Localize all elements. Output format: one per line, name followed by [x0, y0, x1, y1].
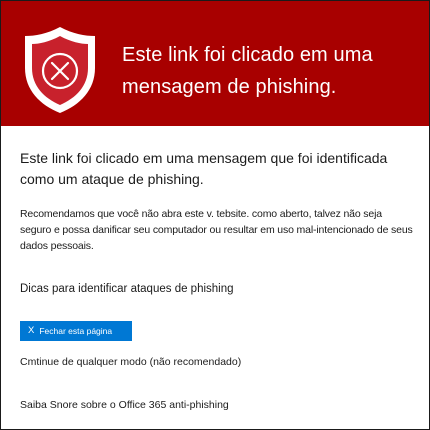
banner-title: Este link foi clicado em uma mensagem de…	[122, 44, 373, 98]
detail-text: Recomendamos que você não abra este v. t…	[20, 208, 413, 252]
shield-x-icon	[25, 27, 95, 113]
lead-text: Este link foi clicado em uma mensagem qu…	[20, 150, 388, 187]
continue-anyway-link[interactable]: Cmtinue de qualquer modo (não recomendad…	[20, 356, 241, 368]
phishing-warning-page: Este link foi clicado em uma mensagem de…	[0, 0, 430, 430]
warning-banner: Este link foi clicado em uma mensagem de…	[1, 1, 429, 126]
learn-more-link[interactable]: Saiba Snore sobre o Office 365 anti-phis…	[20, 399, 229, 411]
close-page-button[interactable]: X Fechar esta página	[20, 321, 132, 341]
phishing-tips-link[interactable]: Dicas para identificar ataques de phishi…	[20, 283, 234, 295]
close-page-label: Fechar esta página	[39, 326, 113, 336]
close-icon: X	[28, 325, 35, 337]
warning-content: Este link foi clicado em uma mensagem qu…	[20, 148, 415, 254]
